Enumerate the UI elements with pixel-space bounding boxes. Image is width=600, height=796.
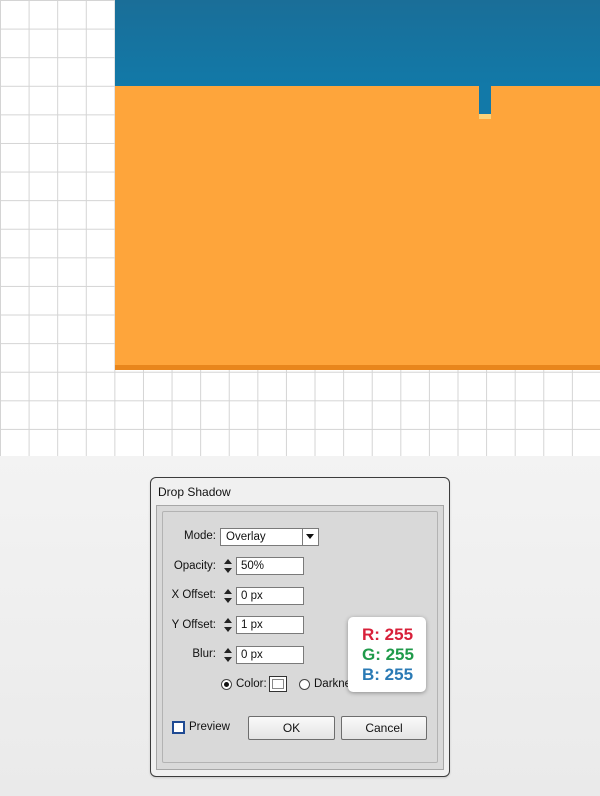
- arrow-up-icon: [224, 648, 232, 653]
- blur-stepper[interactable]: [221, 646, 235, 664]
- arrow-up-icon: [224, 618, 232, 623]
- shadow-color-swatch[interactable]: [269, 676, 287, 692]
- radio-selected-dot: [224, 682, 229, 687]
- x-offset-label: X Offset:: [171, 589, 216, 601]
- mode-value: Overlay: [226, 531, 266, 543]
- orange-rectangle: [115, 86, 600, 365]
- color-radio[interactable]: [221, 679, 232, 690]
- mode-select[interactable]: Overlay: [220, 528, 319, 546]
- chevron-down-icon: [306, 534, 314, 539]
- drip-highlight: [479, 114, 491, 119]
- mode-label: Mode:: [184, 530, 216, 542]
- blue-shape: [115, 0, 600, 86]
- y-offset-input[interactable]: 1 px: [236, 616, 304, 634]
- blue-value: B: 255: [362, 665, 414, 684]
- blue-drip-shape: [479, 86, 491, 114]
- orange-bottom-edge: [115, 365, 600, 370]
- x-offset-stepper[interactable]: [221, 587, 235, 605]
- opacity-label: Opacity:: [173, 560, 216, 572]
- green-value: G: 255: [362, 645, 414, 664]
- arrow-down-icon: [224, 657, 232, 662]
- arrow-down-icon: [224, 568, 232, 573]
- darkness-radio-label: Darkne: [314, 678, 348, 690]
- artboard-canvas: [0, 0, 600, 456]
- blur-label: Blur:: [192, 648, 216, 660]
- arrow-up-icon: [224, 559, 232, 564]
- arrow-up-icon: [224, 589, 232, 594]
- x-offset-input[interactable]: 0 px: [236, 587, 304, 605]
- rgb-value-callout: R: 255 G: 255 B: 255: [348, 617, 426, 692]
- y-offset-stepper[interactable]: [221, 616, 235, 634]
- color-radio-label: Color:: [236, 678, 267, 690]
- blur-input[interactable]: 0 px: [236, 646, 304, 664]
- y-offset-label: Y Offset:: [171, 619, 216, 631]
- red-value: R: 255: [362, 625, 414, 644]
- cancel-button[interactable]: Cancel: [341, 716, 427, 740]
- darkness-radio[interactable]: [299, 679, 310, 690]
- preview-label: Preview: [189, 721, 230, 733]
- ok-button[interactable]: OK: [248, 716, 335, 740]
- arrow-down-icon: [224, 627, 232, 632]
- preview-checkbox[interactable]: [172, 721, 185, 734]
- opacity-stepper[interactable]: [221, 557, 235, 575]
- mode-dropdown-button[interactable]: [302, 529, 318, 545]
- dialog-title: Drop Shadow: [158, 485, 231, 499]
- arrow-down-icon: [224, 598, 232, 603]
- opacity-input[interactable]: 50%: [236, 557, 304, 575]
